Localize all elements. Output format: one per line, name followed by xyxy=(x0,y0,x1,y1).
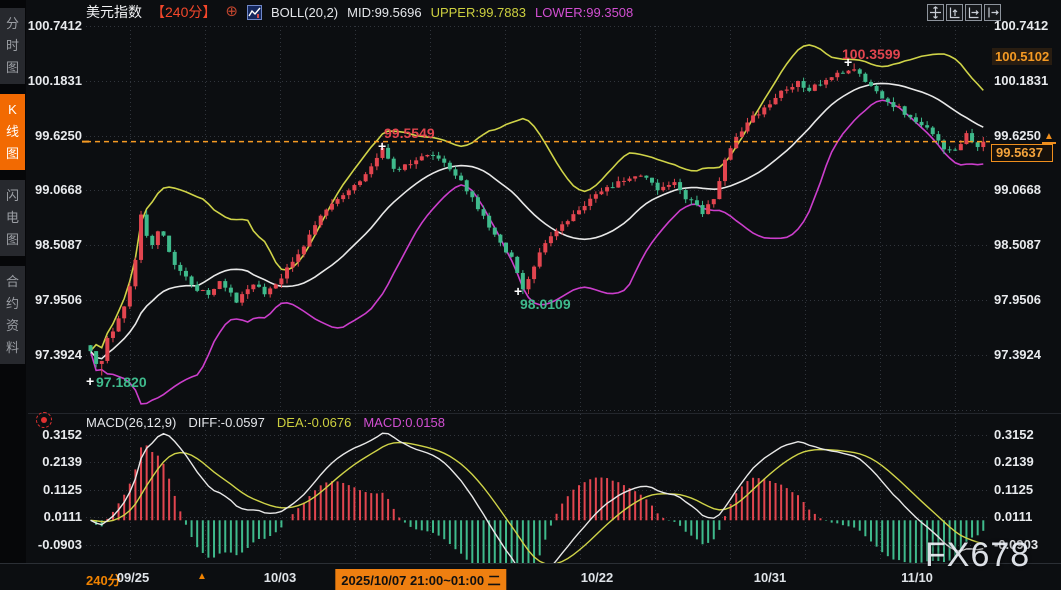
session-high-label: 100.5102 xyxy=(992,48,1052,65)
extreme-cross-marker: + xyxy=(86,376,94,386)
macd-header: MACD(26,12,9) DIFF:-0.0597 DEA:-0.0676 M… xyxy=(86,415,445,430)
macd-name: MACD(26,12,9) xyxy=(86,415,176,430)
time-axis-bar: 240分 ▲ 09/25 10/03 2025/10/07 21:00~01:00 … xyxy=(0,563,1061,590)
extreme-cross-marker: + xyxy=(844,57,852,67)
pan-right-tool-icon[interactable] xyxy=(984,4,1001,21)
price-up-arrow-icon: ▲ xyxy=(1042,132,1056,144)
date-label: 10/31 xyxy=(754,570,787,585)
macd-axis-label: 0.0111 xyxy=(994,509,1032,525)
low-price-annotation: 97.1820 xyxy=(96,374,147,390)
sidebar-tab-3[interactable]: 闪 电 图 xyxy=(0,180,25,256)
alarm-icon[interactable]: ⊕ xyxy=(225,5,238,19)
last-price-box: 99.5637 xyxy=(991,144,1053,162)
price-axis-label: 99.0668 xyxy=(994,182,1041,198)
trading-app-window: 分 时 图 K 线 图闪 电 图合 约 资 料 美元指数 【240分】 ⊕ BOL… xyxy=(0,0,1061,590)
macd-axis-label: 0.3152 xyxy=(994,427,1034,443)
macd-axis-label: 0.1125 xyxy=(994,482,1033,498)
timeframe-dropdown-arrow-icon[interactable]: ▲ xyxy=(197,571,207,582)
extreme-cross-marker: + xyxy=(378,141,386,151)
date-label: 10/22 xyxy=(581,570,614,585)
boll-label: BOLL(20,2) xyxy=(271,5,338,20)
fit-x-axis-tool-icon[interactable] xyxy=(965,4,982,21)
chart-header: 美元指数 【240分】 ⊕ BOLL(20,2) MID:99.5696 UPP… xyxy=(86,2,633,22)
price-axis-label: 98.5087 xyxy=(994,237,1041,253)
price-axis-label: 100.1831 xyxy=(994,73,1048,89)
date-label: 10/03 xyxy=(264,570,297,585)
price-axis-label: 97.9506 xyxy=(994,292,1041,308)
sidebar-tab-1[interactable]: 分 时 图 xyxy=(0,8,25,84)
sidebar-tab-2[interactable]: K 线 图 xyxy=(0,94,25,170)
low-price-annotation: 98.0109 xyxy=(520,296,571,312)
macd-diff-value: DIFF:-0.0597 xyxy=(188,415,265,430)
macd-macd-value: MACD:0.0158 xyxy=(363,415,445,430)
fx678-watermark: FX678 xyxy=(925,536,1030,575)
price-axis-label: 99.6250 xyxy=(994,128,1041,144)
chart-toolbar xyxy=(927,4,1001,21)
macd-dea-value: DEA:-0.0676 xyxy=(277,415,351,430)
boll-lower-value: LOWER:99.3508 xyxy=(535,5,633,20)
extreme-cross-marker: + xyxy=(514,286,522,296)
high-price-annotation: 99.5549 xyxy=(384,125,435,141)
boll-mid-value: MID:99.5696 xyxy=(347,5,421,20)
boll-upper-value: UPPER:99.7883 xyxy=(431,5,526,20)
alert-blink-icon xyxy=(36,412,52,428)
sidebar-tab-4[interactable]: 合 约 资 料 xyxy=(0,266,25,364)
macd-axis-label: 0.2139 xyxy=(994,454,1034,470)
chart-type-icon xyxy=(247,5,262,20)
price-macd-chart-canvas[interactable] xyxy=(0,0,1061,590)
fit-y-axis-tool-icon[interactable] xyxy=(946,4,963,21)
chart-type-sidebar: 分 时 图 K 线 图闪 电 图合 约 资 料 xyxy=(0,0,26,590)
timeframe-label[interactable]: 240分 xyxy=(86,570,121,589)
price-axis-label: 100.7412 xyxy=(994,18,1048,34)
period-selector[interactable]: 【240分】 xyxy=(151,2,216,22)
price-axis-label: 97.3924 xyxy=(994,347,1041,363)
selected-bar-date-label: 2025/10/07 21:00~01:00 二 xyxy=(335,569,506,590)
symbol-name: 美元指数 xyxy=(86,2,142,22)
date-label: 09/25 xyxy=(117,570,150,585)
crosshair-tool-icon[interactable] xyxy=(927,4,944,21)
